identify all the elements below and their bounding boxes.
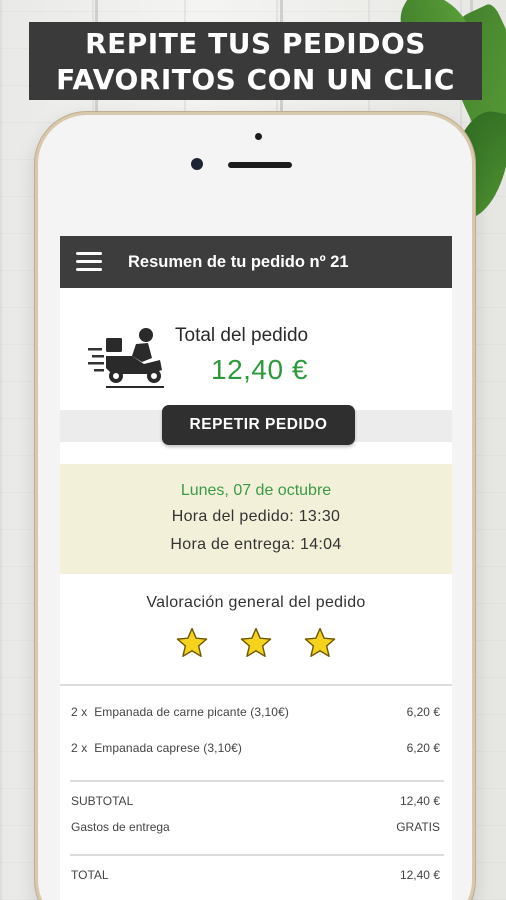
subtotal-label: SUBTOTAL (71, 794, 134, 808)
delivery-cost-value: GRATIS (396, 820, 440, 834)
item-description: 2 x Empanada caprese (3,10€) (71, 741, 242, 755)
delivery-cost-row: Gastos de entrega GRATIS (60, 814, 452, 840)
order-info-box: Lunes, 07 de octubre Hora del pedido: 13… (60, 464, 452, 574)
delivery-scooter-icon (88, 328, 164, 388)
delivery-time: Hora de entrega: 14:04 (170, 536, 342, 553)
item-name: Empanada caprese (3,10€) (94, 741, 243, 755)
item-price: 6,20 € (406, 741, 440, 755)
promo-banner: REPITE TUS PEDIDOS FAVORITOS CON UN CLIC (29, 22, 482, 100)
rating-title: Valoración general del pedido (146, 594, 366, 611)
list-item: 2 x Empanada de carne picante (3,10€) 6,… (60, 694, 452, 730)
item-price: 6,20 € (406, 705, 440, 719)
app-bar: Resumen de tu pedido nº 21 (60, 236, 452, 288)
promo-banner-line-2: FAVORITOS CON UN CLIC (56, 63, 455, 96)
repeat-order-band: REPETIR PEDIDO (60, 405, 452, 445)
item-qty: 2 x (71, 741, 88, 755)
divider (70, 854, 444, 856)
promo-banner-line-1: REPITE TUS PEDIDOS (85, 27, 426, 60)
list-item: 2 x Empanada caprese (3,10€) 6,20 € (60, 730, 452, 766)
order-date: Lunes, 07 de octubre (180, 482, 332, 499)
item-name: Empanada de carne picante (3,10€) (94, 705, 289, 719)
total-row: TOTAL 12,40 € (60, 862, 452, 888)
delivery-cost-label: Gastos de entrega (71, 820, 170, 834)
phone-sensor (255, 133, 262, 140)
total-label: TOTAL (71, 868, 109, 882)
divider (70, 780, 444, 782)
star-icon[interactable] (239, 626, 273, 660)
total-value: 12,40 € (399, 868, 440, 882)
subtotal-value: 12,40 € (399, 794, 440, 808)
order-time: Hora del pedido: 13:30 (171, 508, 341, 525)
star-icon[interactable] (303, 626, 337, 660)
order-total-label: Total del pedido (175, 325, 309, 346)
item-qty: 2 x (71, 705, 88, 719)
page-title: Resumen de tu pedido nº 21 (128, 252, 349, 271)
repeat-order-button[interactable]: REPETIR PEDIDO (162, 405, 355, 445)
phone-speaker (228, 162, 292, 168)
front-camera (191, 158, 203, 170)
app-screen: Resumen de tu pedido nº 21 Total del ped… (60, 236, 452, 900)
order-items-list: 2 x Empanada de carne picante (3,10€) 6,… (60, 684, 452, 888)
subtotal-row: SUBTOTAL 12,40 € (60, 788, 452, 814)
section-spacer (60, 442, 452, 464)
rating-section: Valoración general del pedido (60, 574, 452, 684)
order-total-section: Total del pedido 12,40 € (60, 288, 452, 410)
hamburger-menu-icon[interactable] (76, 252, 102, 272)
order-total-amount: 12,40 € (211, 354, 308, 385)
star-icon[interactable] (175, 626, 209, 660)
rating-stars (60, 626, 452, 660)
item-description: 2 x Empanada de carne picante (3,10€) (71, 705, 289, 719)
